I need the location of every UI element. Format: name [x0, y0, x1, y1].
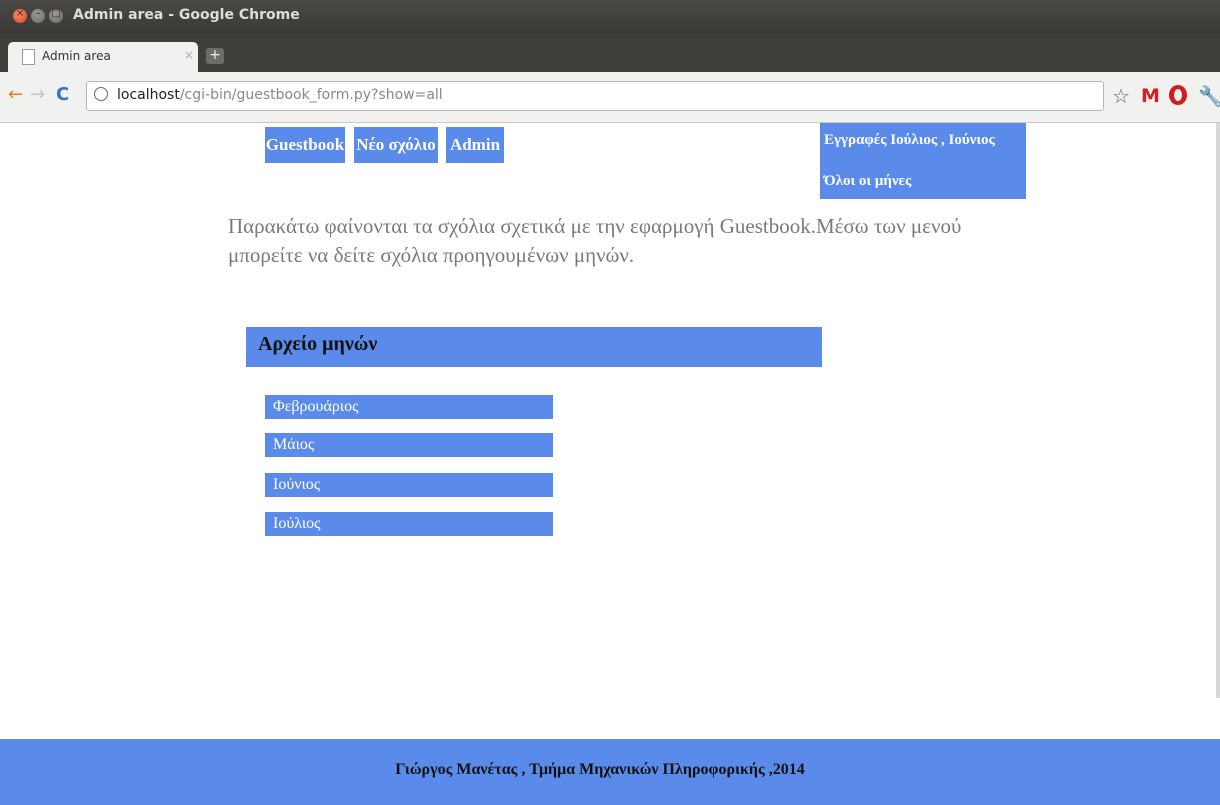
bookmark-star-icon[interactable]: ☆ [1112, 84, 1130, 108]
gmail-icon[interactable]: M [1141, 85, 1160, 107]
month-link-july[interactable]: Ιούλιος [265, 512, 553, 536]
nav-guestbook-link[interactable]: Guestbook [265, 127, 345, 163]
globe-icon [94, 87, 108, 101]
opera-icon[interactable] [1169, 85, 1187, 105]
forward-arrow-icon[interactable]: → [30, 85, 45, 105]
close-icon: × [15, 8, 25, 19]
intro-text: Παρακάτω φαίνονται τα σχόλια σχετικά με … [228, 214, 962, 267]
footer: Γιώργος Μανέτας , Τμήμα Μηχανικών Πληροφ… [0, 739, 1220, 805]
minimize-icon: – [35, 8, 41, 19]
footer-text: Γιώργος Μανέτας , Τμήμα Μηχανικών Πληροφ… [395, 761, 805, 778]
address-bar[interactable]: localhost/cgi-bin/guestbook_form.py?show… [86, 81, 1104, 111]
page-content: Guestbook Νέο σχόλιο Admin Εγγραφές Ιούλ… [0, 123, 1220, 805]
nav-admin-link[interactable]: Admin [446, 127, 504, 163]
side-menu: Εγγραφές Ιούλιος , Ιούνιος Όλοι οι μήνες [820, 123, 1026, 199]
all-months-link[interactable]: Όλοι οι μήνες [824, 173, 911, 190]
window-title: Admin area - Google Chrome [73, 7, 300, 23]
month-link-february[interactable]: Φεβρουάριος [265, 395, 553, 419]
archive-heading: Αρχείο μηνών [246, 327, 822, 367]
maximize-icon: □ [51, 8, 61, 19]
wrench-icon[interactable]: 🔧 [1198, 84, 1220, 108]
url-host: localhost [117, 87, 180, 103]
month-link-may[interactable]: Μάιος [265, 433, 553, 457]
month-link-june[interactable]: Ιούνιος [265, 473, 553, 497]
back-arrow-icon[interactable]: ← [8, 85, 23, 105]
tab-close-icon[interactable]: × [184, 48, 194, 62]
tab-strip: Admin area × + [0, 34, 1220, 72]
scrollbar[interactable] [1216, 123, 1220, 698]
new-tab-button[interactable]: + [206, 48, 224, 64]
url-path: /cgi-bin/guestbook_form.py?show=all [179, 87, 443, 103]
window-close-button[interactable]: × [13, 8, 27, 23]
reload-icon[interactable]: C [56, 85, 69, 105]
tab-label: Admin area [42, 49, 111, 63]
page-icon [22, 49, 35, 65]
tab-admin-area[interactable]: Admin area × [8, 42, 198, 72]
window-titlebar: × – □ Admin area - Google Chrome [0, 0, 1220, 34]
nav-new-comment-link[interactable]: Νέο σχόλιο [354, 127, 438, 163]
entries-july-june-link[interactable]: Εγγραφές Ιούλιος , Ιούνιος [824, 132, 995, 149]
url-text[interactable]: localhost/cgi-bin/guestbook_form.py?show… [117, 87, 443, 103]
browser-toolbar: ← → C localhost/cgi-bin/guestbook_form.p… [0, 72, 1220, 123]
archive-heading-label: Αρχείο μηνών [258, 333, 378, 355]
window-maximize-button[interactable]: □ [49, 8, 63, 23]
window-minimize-button[interactable]: – [31, 8, 45, 23]
